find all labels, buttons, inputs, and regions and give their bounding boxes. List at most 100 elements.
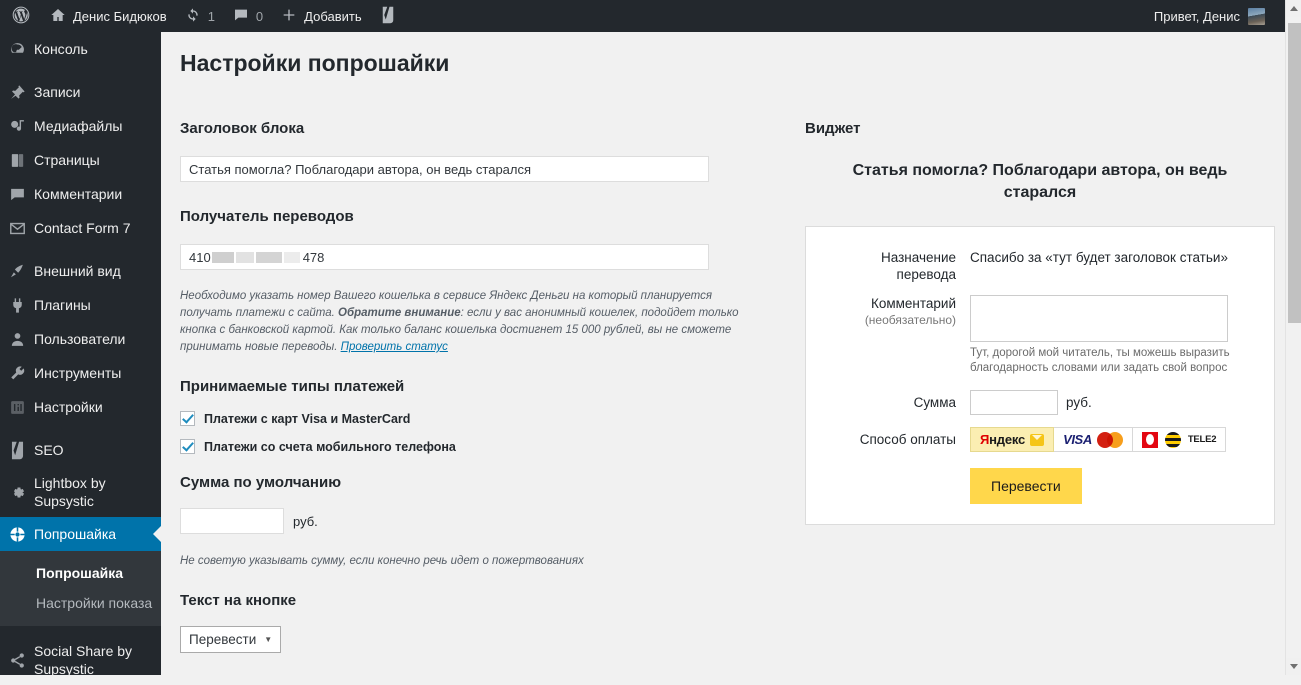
default-amount-input[interactable] — [180, 508, 284, 534]
sidebar-item-внешний-вид[interactable]: Внешний вид — [0, 254, 161, 288]
sidebar-item-label: Консоль — [34, 41, 88, 57]
sidebar-item-label: Пользователи — [34, 331, 126, 347]
donate-icon — [0, 526, 34, 543]
sidebar-item-медиафайлы[interactable]: Медиафайлы — [0, 109, 161, 143]
payment-tile-visa-mastercard[interactable]: VISA — [1054, 427, 1133, 452]
sidebar-item-комментарии[interactable]: Комментарии — [0, 177, 161, 211]
block-title-label: Заголовок блока — [180, 120, 305, 137]
receiver-suffix: 478 — [302, 249, 325, 265]
beeline-logo-icon — [1164, 431, 1181, 448]
sidebar-item-label: Contact Form 7 — [34, 220, 131, 236]
pay-method-label: Способ оплаты — [859, 432, 956, 447]
sidebar-item-label: Комментарии — [34, 186, 123, 202]
payment-type-row[interactable]: Платежи со счета мобильного телефона — [180, 439, 780, 454]
admin-sidebar: Консоль Записи Медиафайлы Страницы Комментар… — [0, 32, 161, 677]
plugin-plug-icon — [0, 297, 34, 314]
payment-type-row[interactable]: Платежи с карт Visa и MasterCard — [180, 411, 780, 426]
wallet-icon — [1030, 433, 1045, 446]
button-text-label: Текст на кнопке — [180, 592, 297, 609]
sidebar-item-label: Social Share by Supsystic — [34, 643, 133, 677]
updates-button[interactable]: 1 — [176, 0, 224, 32]
purpose-value: Спасибо за «тут будет заголовок статьи» — [970, 250, 1228, 265]
home-icon — [50, 7, 66, 26]
appearance-brush-icon — [0, 263, 34, 280]
scroll-up-button[interactable] — [1286, 0, 1301, 17]
submit-row: Перевести — [828, 468, 1248, 504]
wordpress-logo-button[interactable] — [0, 0, 41, 32]
sidebar-item-настройки[interactable]: Настройки — [0, 390, 161, 424]
gear-icon — [0, 484, 34, 501]
submenu-item-2[interactable]: Настройки показа — [0, 588, 161, 618]
block-title-input[interactable] — [180, 156, 709, 182]
sidebar-item-lightbox-by-supsystic[interactable]: Lightbox by Supsystic — [0, 467, 161, 517]
sidebar-item-label: Lightbox by Supsystic — [34, 475, 106, 509]
widget-section-label: Виджет — [805, 120, 861, 137]
account-area[interactable]: Привет, Денис — [1154, 7, 1301, 25]
sidebar-item-попрошайка[interactable]: Попрошайка — [0, 517, 161, 551]
comment-bubble-icon — [0, 186, 34, 203]
receiver-note-bold: Обратите внимание — [338, 307, 461, 319]
button-text-select[interactable]: Перевести ▼ — [180, 626, 282, 653]
payment-type-checkbox[interactable] — [180, 439, 195, 454]
chevron-down-icon: ▼ — [264, 635, 273, 644]
sidebar-item-плагины[interactable]: Плагины — [0, 288, 161, 322]
default-amount-row: руб. — [180, 508, 780, 534]
main-content: Настройки попрошайки Заголовок блока Пол… — [161, 32, 1285, 675]
redacted-digits — [283, 251, 300, 263]
receiver-label: Получатель переводов — [180, 208, 354, 225]
check-status-link[interactable]: Проверить статус — [341, 341, 448, 353]
button-text-value: Перевести — [189, 632, 257, 647]
sidebar-item-label: Страницы — [34, 152, 100, 168]
widget-form-box: Назначение перевода Спасибо за «тут буде… — [805, 226, 1275, 525]
pages-icon — [0, 152, 34, 169]
sidebar-item-label: Инструменты — [34, 365, 122, 381]
comment-label: Комментарий (необязательно) — [828, 295, 970, 376]
settings-sliders-icon — [0, 399, 34, 416]
new-content-button[interactable]: Добавить — [272, 0, 370, 32]
widget-title: Статья помогла? Поблагодари автора, он в… — [852, 162, 1228, 201]
sidebar-item-страницы[interactable]: Страницы — [0, 143, 161, 177]
sidebar-item-social-share-by-supsystic[interactable]: Social Share by Supsystic — [0, 635, 161, 685]
sidebar-item-консоль[interactable]: Консоль — [0, 32, 161, 66]
sidebar-item-seo[interactable]: SEO — [0, 433, 161, 467]
redacted-digits — [211, 251, 234, 263]
amount-input[interactable] — [970, 390, 1058, 415]
page-title: Настройки попрошайки — [180, 50, 450, 76]
sidebar-item-contact-form-7[interactable]: Contact Form 7 — [0, 211, 161, 245]
site-name-label: Денис Бидюков — [73, 8, 167, 24]
submenu-item-1[interactable]: Попрошайка — [0, 558, 161, 588]
mts-logo-icon — [1141, 431, 1158, 448]
sidebar-item-инструменты[interactable]: Инструменты — [0, 356, 161, 390]
default-amount-label: Сумма по умолчанию — [180, 474, 342, 491]
scroll-down-button[interactable] — [1286, 658, 1301, 675]
plus-icon — [281, 7, 297, 26]
site-name-button[interactable]: Денис Бидюков — [41, 0, 176, 32]
sidebar-item-label: SEO — [34, 442, 64, 458]
payment-tile-mobile-operators[interactable]: TELE2 — [1132, 427, 1227, 452]
sidebar-item-label: Записи — [34, 84, 81, 100]
redacted-digits — [235, 251, 254, 263]
scrollbar-thumb[interactable] — [1288, 23, 1301, 323]
receiver-input[interactable]: 410 478 — [180, 244, 709, 270]
sidebar-submenu: Попрошайка Настройки показа — [0, 551, 161, 626]
sidebar-item-label: Медиафайлы — [34, 118, 123, 134]
purpose-row: Назначение перевода Спасибо за «тут буде… — [828, 249, 1248, 283]
comments-button[interactable]: 0 — [224, 0, 272, 32]
new-content-label: Добавить — [304, 8, 362, 24]
page-scrollbar[interactable] — [1285, 0, 1301, 675]
payment-method-tiles: Яндекс VISA TELE2 — [970, 427, 1227, 452]
transfer-submit-button[interactable]: Перевести — [970, 468, 1082, 504]
payment-tile-yandex-money[interactable]: Яндекс — [970, 427, 1055, 452]
comment-textarea[interactable] — [970, 295, 1228, 342]
payment-types-group: Платежи с карт Visa и MasterCard Платежи … — [180, 411, 780, 454]
sidebar-item-пользователи[interactable]: Пользователи — [0, 322, 161, 356]
seo-adminbar-button[interactable] — [371, 0, 405, 32]
sidebar-item-label: Плагины — [34, 297, 91, 313]
yandex-logo-black-text: ндекс — [989, 432, 1026, 447]
sidebar-item-записи[interactable]: Записи — [0, 75, 161, 109]
yandex-money-logo-icon: Яндекс — [980, 432, 1025, 447]
dashboard-icon — [0, 41, 34, 58]
avatar — [1248, 7, 1265, 25]
sidebar-item-label: Внешний вид — [34, 263, 121, 279]
payment-type-checkbox[interactable] — [180, 411, 195, 426]
